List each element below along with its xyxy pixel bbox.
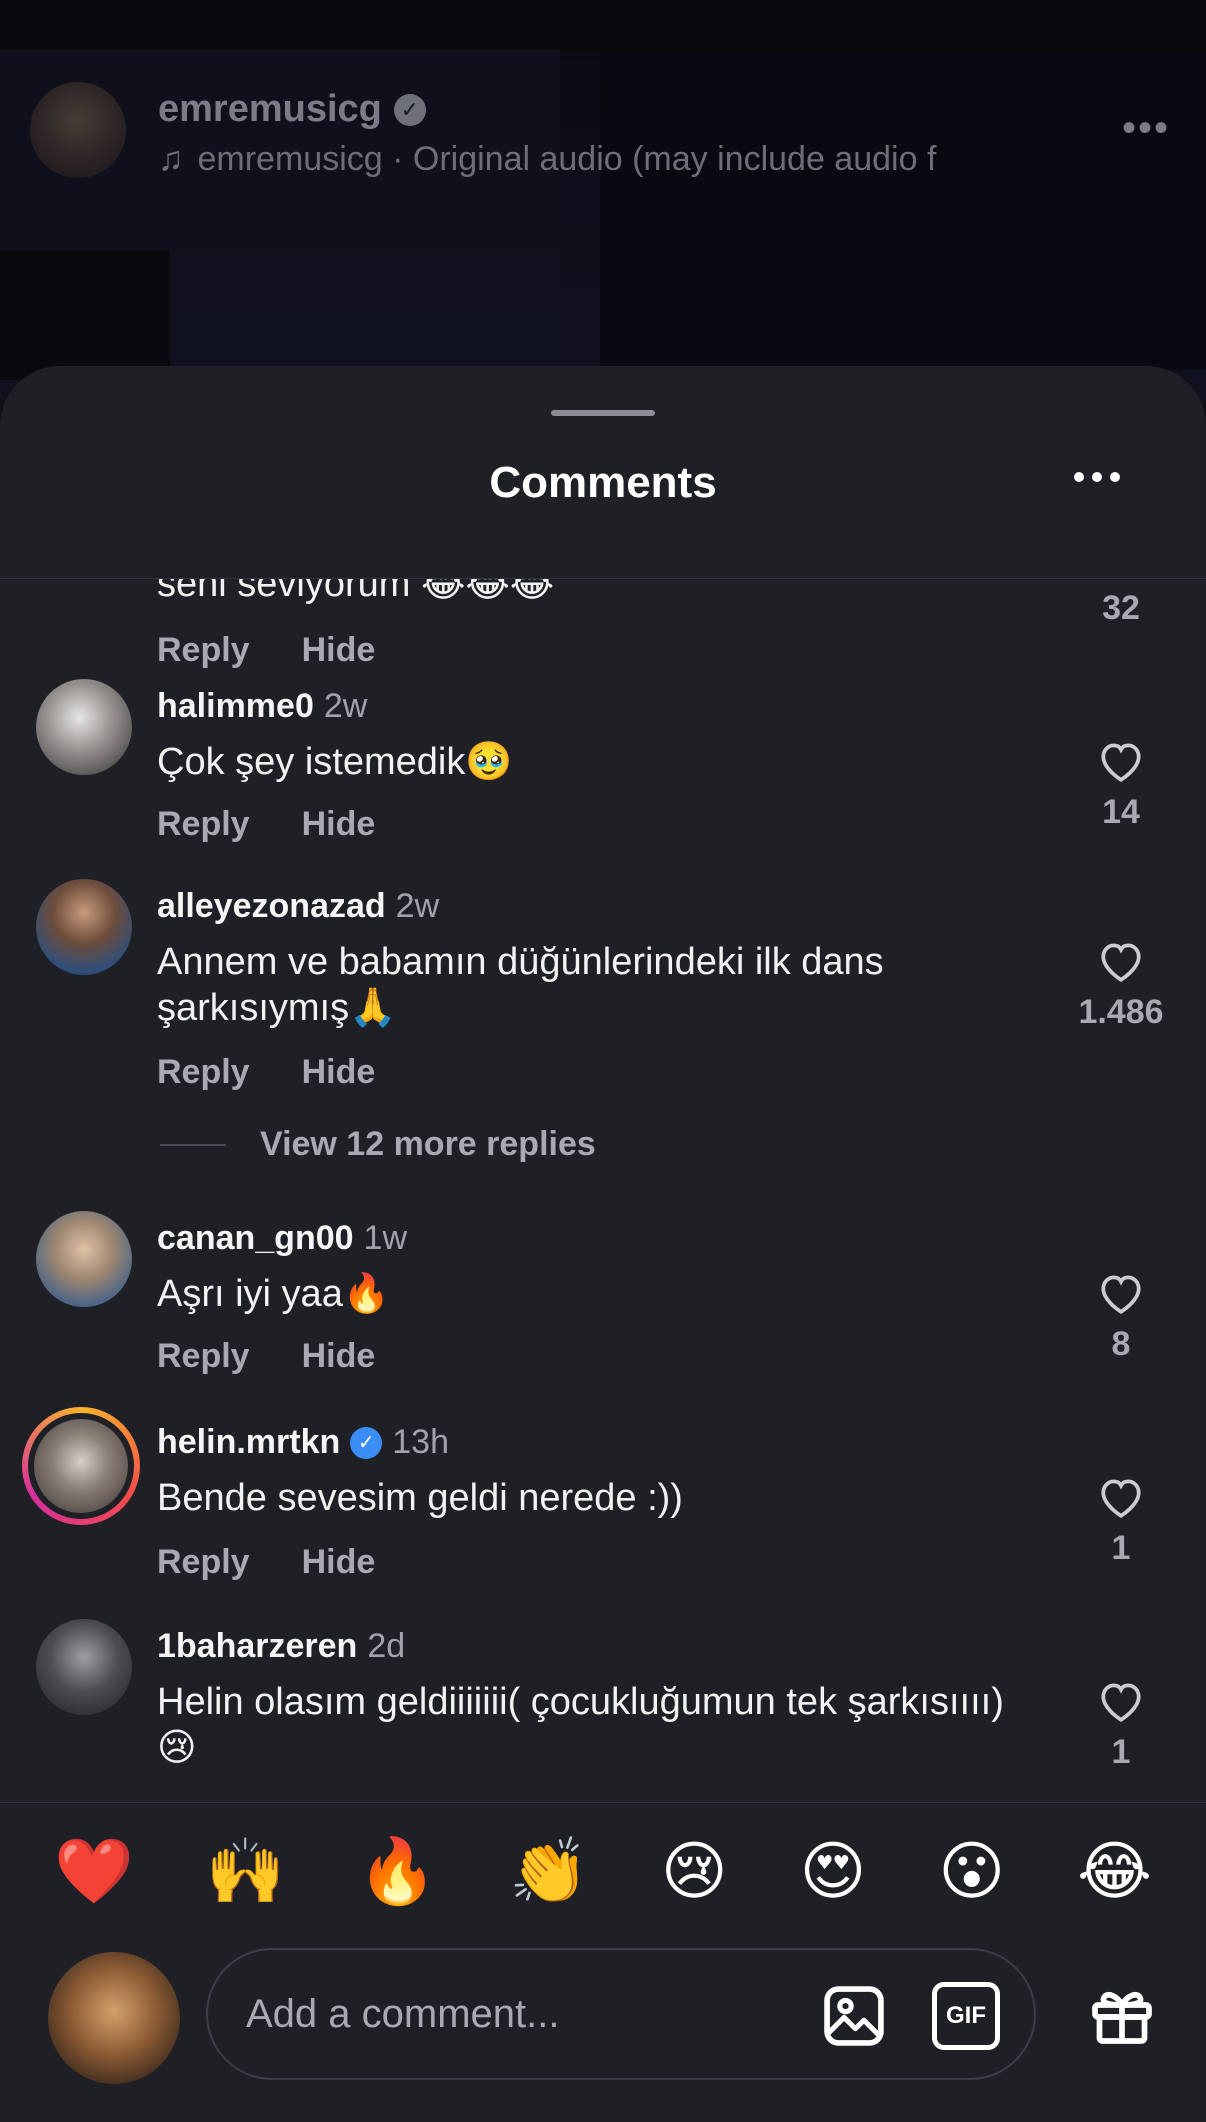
comment-text: seni seviyorum 😂😂😂 [157,579,555,605]
like-button[interactable]: 8 [1084,1269,1158,1364]
current-user-avatar [48,1952,180,2084]
comment-username[interactable]: halimme0 [157,687,314,726]
video-background: emremusicg ✓ ♫ emremusicg · Original aud… [0,0,1206,400]
comment-composer: Add a comment... GIF [0,1948,1206,2088]
hide-button[interactable]: Hide [302,1053,376,1092]
comment-text: Çok şey istemedik🥹 [157,741,513,783]
comment-time: 2w [395,887,440,925]
like-button[interactable]: 1 [1084,1677,1158,1772]
avatar-story-ring[interactable] [22,1407,140,1525]
verified-icon: ✓ [350,1426,383,1459]
avatar[interactable] [36,679,132,775]
view-more-replies-button[interactable]: View 12 more replies [160,1125,596,1164]
reply-button[interactable]: Reply [157,1543,250,1582]
reaction-crying[interactable]: 😢 [661,1832,728,1912]
comment-text: Aşrı iyi yaa🔥 [157,1273,391,1315]
reply-button[interactable]: Reply [157,631,250,670]
post-header: emremusicg ✓ ♫ emremusicg · Original aud… [30,82,1180,192]
reaction-fire[interactable]: 🔥 [357,1832,437,1912]
like-button[interactable]: 1.486 [1060,937,1182,1032]
gift-icon[interactable] [1086,1978,1158,2050]
comment-time: 2d [367,1627,406,1665]
post-author[interactable]: emremusicg ✓ [158,88,426,131]
post-author-avatar[interactable] [30,82,126,178]
verified-icon: ✓ [393,93,426,126]
sheet-title: Comments [489,458,717,507]
comment-time: 1w [363,1219,407,1257]
hide-button[interactable]: Hide [302,1543,376,1582]
comment-text: Bende sevesim geldi nerede :)) [157,1477,683,1519]
like-button[interactable]: 1 [1084,1473,1158,1568]
sheet-more-icon[interactable] [1074,472,1120,482]
heart-icon [1101,943,1141,982]
heart-icon [1101,1479,1141,1518]
reply-button[interactable]: Reply [157,1053,250,1092]
like-button[interactable]: 14 [1084,737,1158,832]
comment-input-placeholder: Add a comment... [246,1992,560,2036]
reaction-heart[interactable]: ❤️ [54,1832,134,1912]
comment-time: 13h [392,1423,449,1461]
avatar[interactable] [36,879,132,975]
reaction-surprised[interactable]: 😮 [938,1832,1005,1912]
avatar[interactable] [36,1619,132,1715]
music-note-icon: ♫ [158,140,184,178]
heart-icon [1101,743,1141,782]
like-count: 8 [1111,1325,1131,1363]
divider [160,1143,226,1146]
divider [0,1802,1206,1803]
reaction-clap[interactable]: 👏 [509,1832,589,1912]
hide-button[interactable]: Hide [302,1337,376,1376]
image-icon[interactable] [820,1982,888,2050]
comment-text: Helin olasım geldiiiiiii( çocukluğumun t… [157,1681,1004,1769]
reaction-laughing[interactable]: 😂 [1077,1832,1152,1912]
reply-button[interactable]: Reply [157,805,250,844]
like-count: 32 [1102,589,1140,627]
comment-text: Annem ve babamın düğünlerindeki ilk dans… [157,941,884,1029]
like-count: 1 [1111,1529,1131,1567]
reply-button[interactable]: Reply [157,1337,250,1376]
audio-label: emremusicg · Original audio (may include… [197,140,937,178]
post-audio[interactable]: ♫ emremusicg · Original audio (may inclu… [158,140,936,179]
comment-username[interactable]: alleyezonazad [157,887,386,926]
post-more-icon[interactable]: ••• [1122,106,1170,151]
heart-icon [1101,1275,1141,1314]
like-count: 1.486 [1078,993,1164,1031]
view-more-replies-label: View 12 more replies [260,1125,596,1163]
avatar [34,1419,128,1513]
comments-sheet: Comments seni seviyorum 😂😂😂 Reply Hide 3… [0,366,1206,2122]
hide-button[interactable]: Hide [302,631,376,670]
comments-list[interactable]: seni seviyorum 😂😂😂 Reply Hide 32 halimme… [0,579,1206,1799]
hide-button[interactable]: Hide [302,805,376,844]
comment-username[interactable]: helin.mrtkn [157,1423,340,1462]
reaction-heart-eyes[interactable]: 😍 [800,1832,867,1912]
comment-username[interactable]: 1baharzeren [157,1627,357,1666]
comment-time: 2w [323,687,368,725]
like-count: 14 [1102,793,1140,831]
comment-username[interactable]: canan_gn00 [157,1219,354,1258]
reaction-raised-hands[interactable]: 🙌 [206,1832,286,1912]
gif-button[interactable]: GIF [932,1982,1000,2050]
sheet-drag-handle[interactable] [551,410,655,416]
like-count: 1 [1111,1733,1131,1771]
comment-input[interactable]: Add a comment... GIF [206,1948,1036,2080]
avatar[interactable] [36,1211,132,1307]
post-username[interactable]: emremusicg [158,88,382,131]
heart-icon [1101,1683,1141,1722]
quick-reactions-bar: ❤️ 🙌 🔥 👏 😢 😍 😮 😂 [0,1832,1206,1912]
like-button[interactable]: 32 [1084,579,1158,628]
